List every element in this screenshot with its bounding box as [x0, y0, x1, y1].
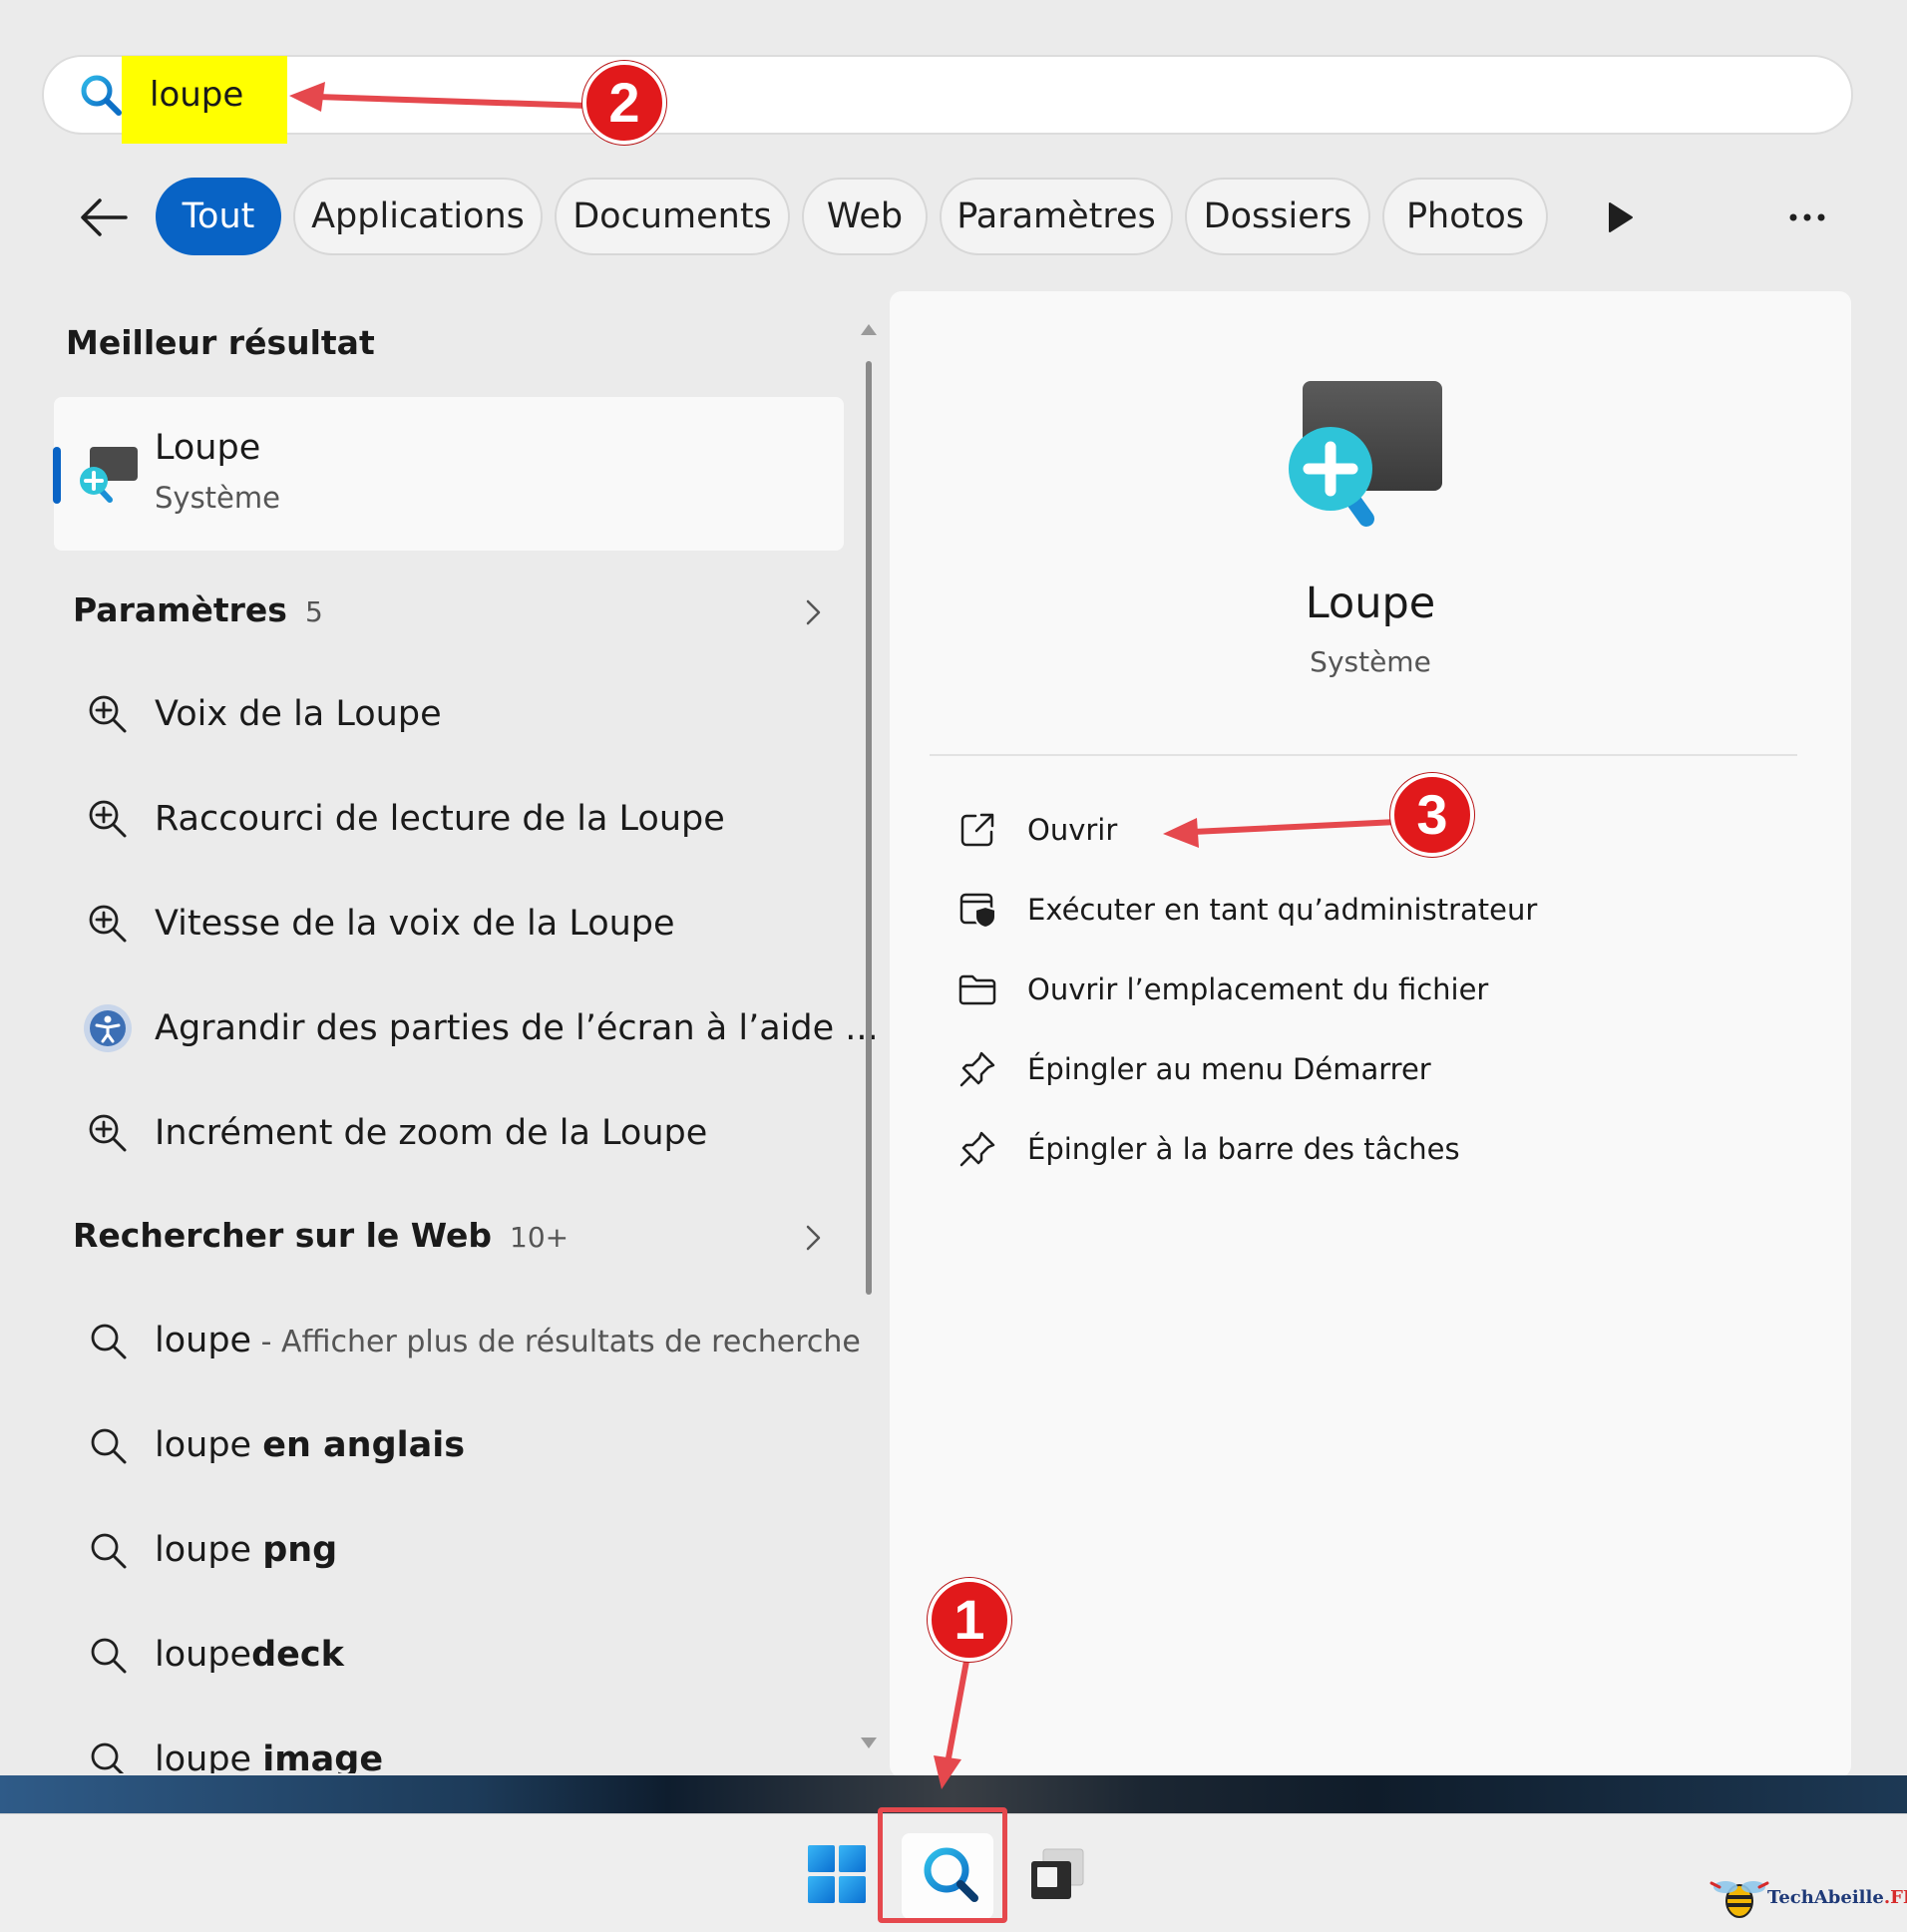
- best-match-type: Système: [155, 481, 280, 515]
- filter-parametres[interactable]: Paramètres: [940, 178, 1173, 255]
- action-open[interactable]: Ouvrir: [948, 806, 1646, 854]
- search-icon: [91, 1638, 127, 1674]
- zoom-in-icon: [89, 800, 127, 838]
- search-icon: [91, 1533, 127, 1569]
- action-label: Ouvrir l’emplacement du fichier: [1027, 972, 1489, 1006]
- scroll-down-arrow-icon[interactable]: [859, 1736, 879, 1751]
- web-section-heading[interactable]: Rechercher sur le Web 10+: [73, 1214, 569, 1260]
- settings-section-heading[interactable]: Paramètres 5: [73, 588, 323, 634]
- settings-result-2[interactable]: Raccourci de lecture de la Loupe: [60, 793, 838, 849]
- search-icon: [91, 1324, 127, 1359]
- zoom-in-icon: [89, 695, 127, 733]
- accessibility-icon: [84, 1004, 132, 1052]
- search-icon: [81, 75, 122, 116]
- folder-icon: [958, 974, 996, 1005]
- action-run-as-admin[interactable]: Exécuter en tant qu’administrateur: [948, 886, 1646, 934]
- settings-result-label: Voix de la Loupe: [155, 694, 442, 734]
- settings-result-label: Raccourci de lecture de la Loupe: [155, 799, 725, 839]
- detail-app-type: Système: [1310, 645, 1431, 678]
- scrollbar-thumb[interactable]: [866, 361, 872, 1295]
- scroll-up-arrow-icon[interactable]: [859, 321, 879, 337]
- pin-icon: [959, 1131, 995, 1167]
- action-pin-start[interactable]: Épingler au menu Démarrer: [948, 1045, 1646, 1093]
- best-match-heading: Meilleur résultat: [66, 323, 375, 362]
- step-badge-1: 1: [928, 1578, 1011, 1662]
- detail-app-name: Loupe: [1305, 579, 1436, 628]
- settings-result-1[interactable]: Voix de la Loupe: [60, 688, 838, 744]
- settings-section-count: 5: [304, 595, 323, 628]
- magnifier-app-icon: [1289, 381, 1442, 527]
- windows-start-icon[interactable]: [806, 1843, 868, 1905]
- search-icon: [91, 1428, 127, 1464]
- settings-result-label: Agrandir des parties de l’écran à l’aide…: [155, 1008, 879, 1048]
- web-result-1[interactable]: loupe - Afficher plus de résultats de re…: [60, 1315, 861, 1370]
- more-options-icon[interactable]: [1785, 199, 1829, 235]
- selection-indicator: [53, 447, 61, 504]
- web-result-text: loupedeck: [155, 1635, 344, 1675]
- chevron-right-icon[interactable]: [800, 1220, 826, 1256]
- pin-icon: [959, 1051, 995, 1087]
- web-result-text: loupe en anglais: [155, 1425, 466, 1465]
- settings-result-4[interactable]: Agrandir des parties de l’écran à l’aide…: [60, 1002, 879, 1058]
- filter-dossiers[interactable]: Dossiers: [1185, 178, 1370, 255]
- zoom-in-icon: [89, 905, 127, 943]
- settings-result-label: Vitesse de la voix de la Loupe: [155, 904, 675, 944]
- web-result-2[interactable]: loupe en anglais: [60, 1419, 838, 1475]
- action-label: Épingler au menu Démarrer: [1027, 1052, 1431, 1086]
- web-result-5[interactable]: loupe image: [60, 1734, 838, 1773]
- watermark-text: TechAbeille.FR: [1767, 1887, 1907, 1908]
- divider: [930, 754, 1797, 756]
- filter-tout[interactable]: Tout: [156, 178, 281, 255]
- magnifier-app-icon: [80, 447, 138, 503]
- task-view-icon[interactable]: [1027, 1845, 1087, 1903]
- settings-section-title: Paramètres: [73, 590, 287, 629]
- play-arrow-icon[interactable]: [1604, 199, 1636, 235]
- search-box[interactable]: [42, 55, 1853, 135]
- step-badge-3: 3: [1390, 773, 1474, 857]
- web-section-count: 10+: [510, 1221, 570, 1254]
- action-label: Exécuter en tant qu’administrateur: [1027, 893, 1538, 927]
- admin-shield-icon: [959, 893, 996, 930]
- best-match-name: Loupe: [155, 428, 261, 468]
- action-open-file-location[interactable]: Ouvrir l’emplacement du fichier: [948, 966, 1646, 1013]
- back-arrow-icon[interactable]: [76, 192, 132, 243]
- web-result-text: loupe image: [155, 1739, 384, 1773]
- settings-result-5[interactable]: Incrément de zoom de la Loupe: [60, 1107, 838, 1163]
- search-input[interactable]: loupe: [150, 72, 243, 118]
- web-section-title: Rechercher sur le Web: [73, 1216, 493, 1255]
- web-result-4[interactable]: loupedeck: [60, 1629, 838, 1685]
- zoom-in-icon: [89, 1114, 127, 1152]
- settings-result-label: Incrément de zoom de la Loupe: [155, 1113, 708, 1153]
- open-external-icon: [960, 813, 994, 847]
- settings-result-3[interactable]: Vitesse de la voix de la Loupe: [60, 898, 838, 954]
- filter-photos[interactable]: Photos: [1382, 178, 1548, 255]
- web-result-3[interactable]: loupe png: [60, 1524, 838, 1580]
- step-badge-2: 2: [582, 61, 666, 145]
- taskbar-search-highlight: [878, 1807, 1007, 1923]
- action-label: Épingler à la barre des tâches: [1027, 1132, 1460, 1166]
- filter-applications[interactable]: Applications: [293, 178, 543, 255]
- filter-documents[interactable]: Documents: [555, 178, 790, 255]
- web-result-text: loupe png: [155, 1530, 338, 1570]
- web-result-text: loupe - Afficher plus de résultats de re…: [155, 1321, 861, 1360]
- search-icon: [91, 1742, 125, 1773]
- filter-web[interactable]: Web: [802, 178, 928, 255]
- chevron-right-icon[interactable]: [800, 594, 826, 630]
- action-label: Ouvrir: [1027, 813, 1118, 847]
- action-pin-taskbar[interactable]: Épingler à la barre des tâches: [948, 1125, 1646, 1173]
